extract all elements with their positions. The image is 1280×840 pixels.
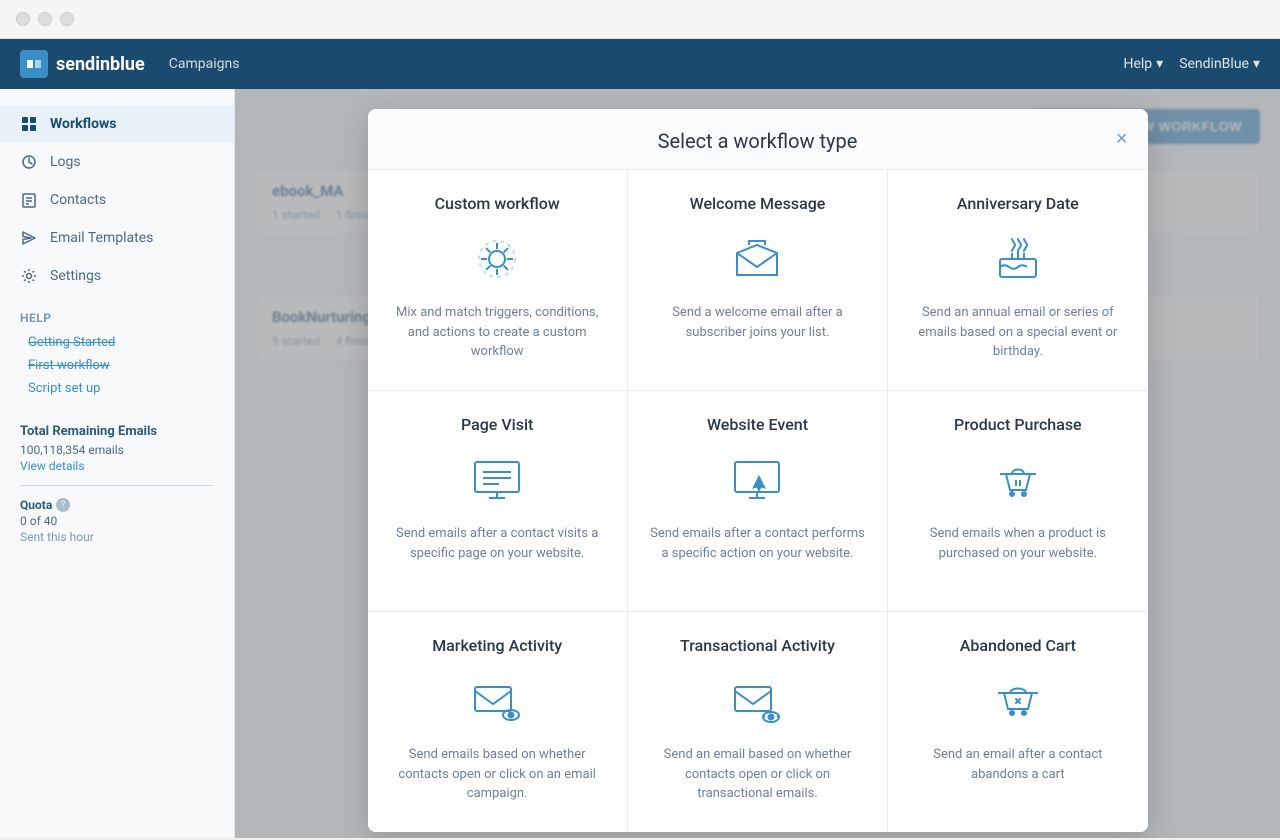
card-desc-website-event: Send emails after a contact performs a s… <box>648 524 867 563</box>
quota-title: Total Remaining Emails <box>20 424 214 439</box>
quota-info: Quota ? <box>20 498 214 512</box>
monitor-text-icon <box>467 450 527 510</box>
envelope-eye-icon <box>467 671 527 731</box>
sidebar-quota-section: Total Remaining Emails 100,118,354 email… <box>0 408 234 560</box>
workflow-type-modal: Select a workflow type × Custom workflow <box>368 109 1148 832</box>
sidebar-item-logs[interactable]: Logs <box>0 143 234 181</box>
main-area: Workflows Logs <box>0 89 1280 838</box>
modal-close-button[interactable]: × <box>1116 129 1128 149</box>
card-title-transactional: Transactional Activity <box>680 636 835 655</box>
sidebar: Workflows Logs <box>0 89 235 838</box>
clock-icon <box>20 153 38 171</box>
card-desc-product-purchase: Send emails when a product is purchased … <box>908 524 1127 563</box>
help-link-script-setup[interactable]: Script set up <box>0 377 234 400</box>
account-menu[interactable]: SendinBlue ▾ <box>1179 56 1260 72</box>
window-close-btn[interactable] <box>16 12 30 26</box>
envelope-open-icon <box>727 229 787 289</box>
card-title-abandoned-cart: Abandoned Cart <box>960 636 1076 655</box>
sidebar-workflows-label: Workflows <box>50 116 117 132</box>
quota-value: 100,118,354 emails <box>20 443 214 457</box>
contacts-icon <box>20 191 38 209</box>
modal-title: Select a workflow type <box>658 129 858 153</box>
sidebar-item-contacts[interactable]: Contacts <box>0 181 234 219</box>
sidebar-logs-label: Logs <box>50 154 81 170</box>
card-title-website-event: Website Event <box>707 415 808 434</box>
sidebar-item-workflows[interactable]: Workflows <box>0 105 234 143</box>
card-title-custom: Custom workflow <box>435 194 560 213</box>
workflow-card-welcome[interactable]: Welcome Message Send a welcome email aft… <box>628 170 887 390</box>
card-desc-custom: Mix and match triggers, conditions, and … <box>388 303 607 362</box>
help-menu[interactable]: Help ▾ <box>1123 56 1163 72</box>
modal-overlay: Select a workflow type × Custom workflow <box>235 89 1280 838</box>
quota-divider <box>20 485 214 486</box>
card-title-marketing: Marketing Activity <box>432 636 562 655</box>
nav-right: Help ▾ SendinBlue ▾ <box>1123 56 1260 72</box>
logo-icon <box>20 50 48 78</box>
quota-val: 0 of 40 <box>20 514 214 528</box>
top-nav: sendinblue Campaigns Help ▾ SendinBlue ▾ <box>0 39 1280 89</box>
send-icon <box>20 229 38 247</box>
workflow-card-product-purchase[interactable]: Product Purchase <box>888 391 1147 611</box>
quota-view-details[interactable]: View details <box>20 459 214 473</box>
quota-sent: Sent this hour <box>20 530 214 544</box>
workflow-card-custom[interactable]: Custom workflow Mix and match triggers, … <box>368 170 627 390</box>
logo: sendinblue <box>20 50 145 78</box>
gear-icon <box>20 267 38 285</box>
basket-x-icon <box>988 671 1048 731</box>
workflow-card-page-visit[interactable]: Page Visit Send emails afte <box>368 391 627 611</box>
app-shell: sendinblue Campaigns Help ▾ SendinBlue ▾ <box>0 39 1280 838</box>
card-desc-anniversary: Send an annual email or series of emails… <box>908 303 1127 362</box>
window-chrome <box>0 0 1280 39</box>
card-desc-abandoned-cart: Send an email after a contact abandons a… <box>908 745 1127 784</box>
gear-workflow-icon <box>467 229 527 289</box>
content-area: CREATE A NEW WORKFLOW ebook_MA 1 started… <box>235 89 1280 838</box>
sidebar-help-section: Help <box>0 295 234 331</box>
workflow-card-abandoned-cart[interactable]: Abandoned Cart <box>888 612 1147 832</box>
sidebar-settings-label: Settings <box>50 268 101 284</box>
workflow-card-anniversary[interactable]: Anniversary Date <box>888 170 1147 390</box>
basket-icon <box>988 450 1048 510</box>
workflow-card-website-event[interactable]: Website Event Send emails after a contac… <box>628 391 887 611</box>
help-link-getting-started[interactable]: Getting Started <box>0 331 234 354</box>
grid-icon <box>20 115 38 133</box>
cake-icon <box>988 229 1048 289</box>
workflow-card-marketing[interactable]: Marketing Activity Send emails based on … <box>368 612 627 832</box>
sidebar-item-settings[interactable]: Settings <box>0 257 234 295</box>
nav-campaigns[interactable]: Campaigns <box>169 56 240 72</box>
card-title-product-purchase: Product Purchase <box>954 415 1082 434</box>
help-link-first-workflow[interactable]: First workflow <box>0 354 234 377</box>
sidebar-contacts-label: Contacts <box>50 192 106 208</box>
sidebar-item-email-templates[interactable]: Email Templates <box>0 219 234 257</box>
card-desc-marketing: Send emails based on whether contacts op… <box>388 745 607 804</box>
window-maximize-btn[interactable] <box>60 12 74 26</box>
workflow-card-transactional[interactable]: Transactional Activity <box>628 612 887 832</box>
modal-header: Select a workflow type × <box>368 109 1148 170</box>
card-desc-page-visit: Send emails after a contact visits a spe… <box>388 524 607 563</box>
envelope-eye-2-icon <box>727 671 787 731</box>
workflow-grid: Custom workflow Mix and match triggers, … <box>368 170 1148 832</box>
card-title-welcome: Welcome Message <box>690 194 826 213</box>
sidebar-email-templates-label: Email Templates <box>50 230 153 246</box>
logo-text: sendinblue <box>56 54 145 75</box>
card-desc-welcome: Send a welcome email after a subscriber … <box>648 303 867 342</box>
monitor-cursor-icon <box>727 450 787 510</box>
window-minimize-btn[interactable] <box>38 12 52 26</box>
card-title-page-visit: Page Visit <box>461 415 533 434</box>
quota-info-icon[interactable]: ? <box>56 498 70 512</box>
card-desc-transactional: Send an email based on whether contacts … <box>648 745 867 804</box>
card-title-anniversary: Anniversary Date <box>957 194 1079 213</box>
quota-label: Quota <box>20 498 52 512</box>
